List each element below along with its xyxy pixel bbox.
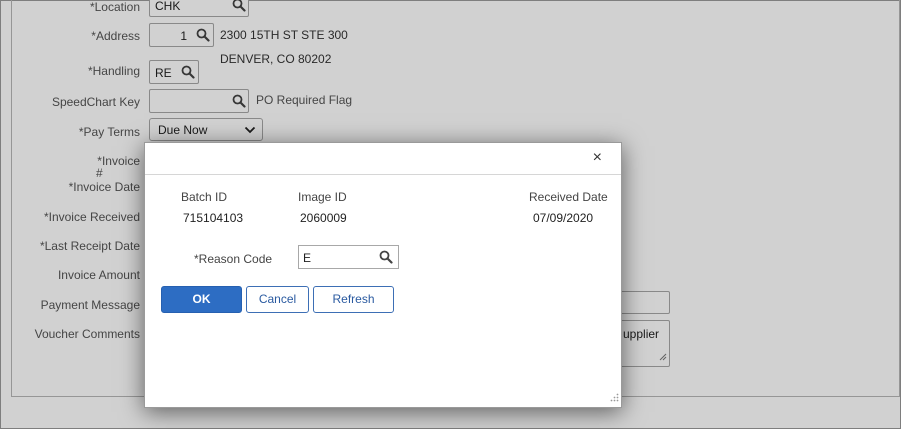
cancel-button[interactable]: Cancel — [246, 286, 309, 313]
image-id-value: 2060009 — [300, 211, 347, 225]
ok-button[interactable]: OK — [161, 286, 242, 313]
batch-id-value: 715104103 — [183, 211, 244, 225]
received-date-value: 07/09/2020 — [533, 211, 594, 225]
resize-grip-icon[interactable] — [610, 391, 619, 405]
reason-code-label: *Reason Code — [194, 252, 273, 266]
reason-code-dialog: × Batch ID 715104103 Image ID 2060009 Re… — [144, 142, 622, 408]
batch-id-label: Batch ID — [181, 190, 228, 204]
image-id-label: Image ID — [298, 190, 347, 204]
refresh-button[interactable]: Refresh — [313, 286, 394, 313]
reason-code-input[interactable]: E — [298, 245, 399, 269]
dialog-header: × — [145, 143, 621, 175]
received-date-label: Received Date — [529, 190, 608, 204]
close-icon[interactable]: × — [593, 150, 602, 166]
reason-code-value: E — [303, 251, 312, 265]
search-icon[interactable] — [379, 250, 393, 264]
